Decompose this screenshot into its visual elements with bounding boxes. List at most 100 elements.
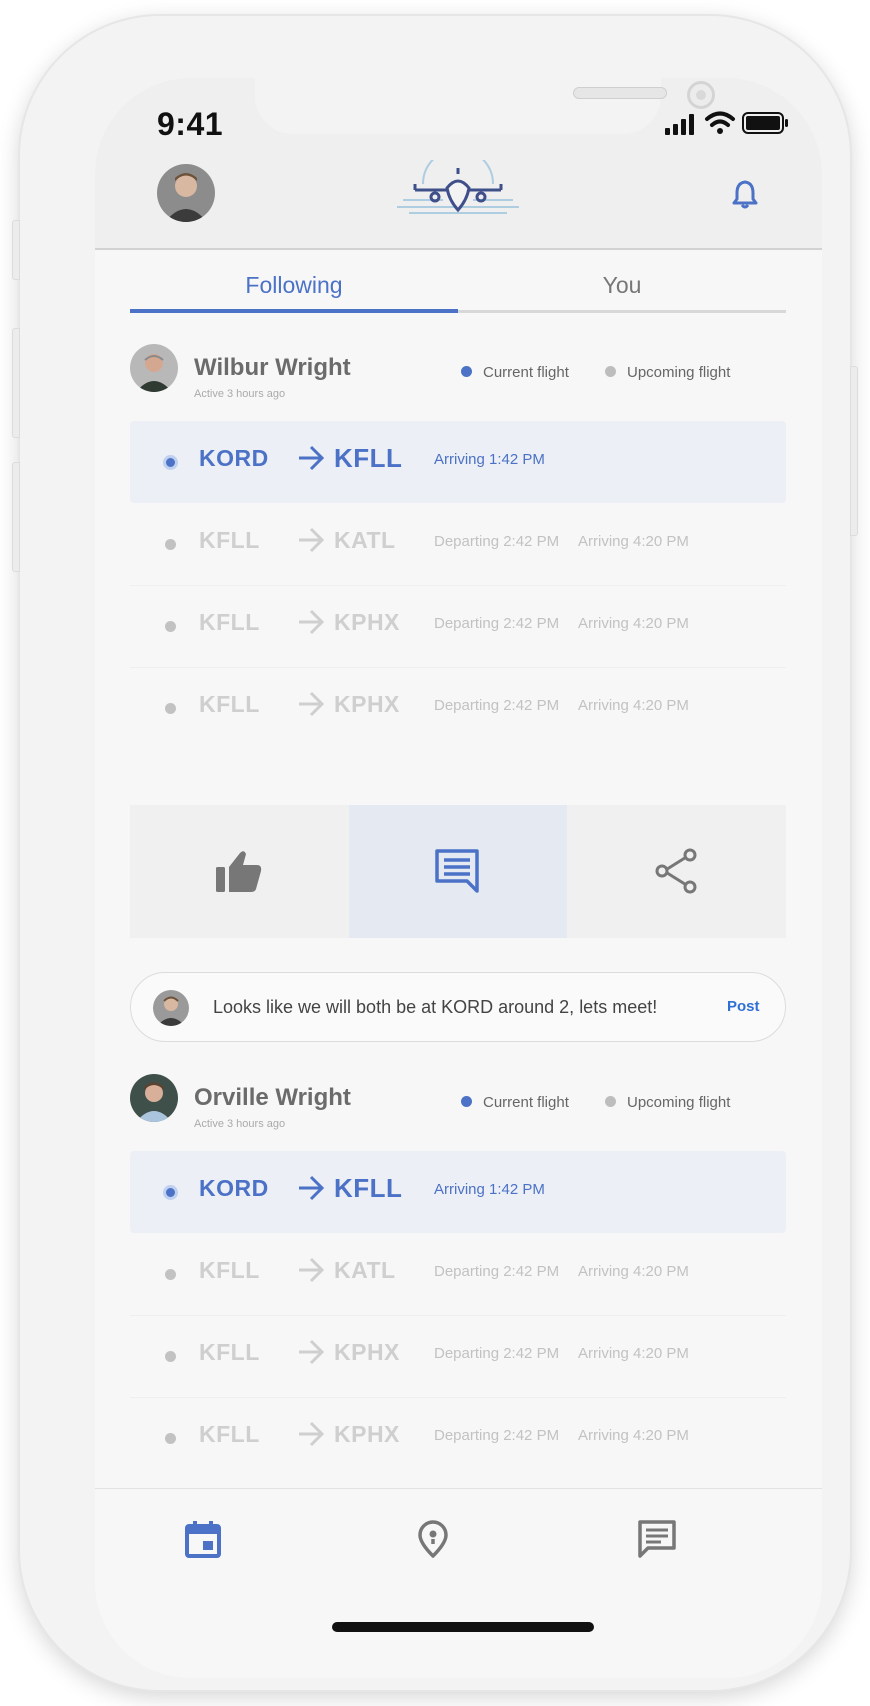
arrow-right-icon (299, 609, 325, 635)
calendar-icon[interactable] (183, 1519, 223, 1559)
thumbs-up-icon (216, 851, 262, 892)
flight-arrival: Arriving 4:20 PM (578, 533, 689, 550)
user-active-status: Active 3 hours ago (194, 1118, 286, 1130)
user-avatar[interactable] (130, 1074, 178, 1122)
flight-status-dot (165, 1433, 176, 1444)
flight-departure: Departing 2:42 PM (434, 1427, 560, 1444)
airplane-logo (397, 160, 519, 214)
speaker-grille (573, 87, 667, 99)
flight-origin: KORD (199, 445, 269, 471)
home-indicator[interactable] (332, 1622, 594, 1632)
comment-text[interactable]: Looks like we will both be at KORD aroun… (213, 997, 657, 1018)
legend-current: Current flight (461, 1094, 569, 1111)
user-active-status: Active 3 hours ago (194, 388, 286, 400)
flight-status-dot (163, 455, 178, 470)
arrow-right-icon (299, 445, 325, 471)
flight-arrival: Arriving 1:42 PM (434, 451, 545, 468)
location-pin-icon[interactable] (413, 1519, 453, 1559)
status-time: 9:41 (157, 106, 224, 142)
flight-row[interactable]: KFLL KPHX Departing 2:42 PM Arriving 4:2… (130, 667, 786, 749)
profile-avatar[interactable] (157, 164, 215, 222)
arrow-right-icon (299, 1175, 325, 1201)
share-button[interactable] (568, 805, 786, 938)
device-notch (255, 78, 715, 134)
comment-composer[interactable]: Looks like we will both be at KORD aroun… (130, 972, 786, 1042)
flight-row[interactable]: KFLL KATL Departing 2:42 PM Arriving 4:2… (130, 503, 786, 585)
post-actions (130, 805, 786, 938)
bell-icon[interactable] (731, 179, 759, 209)
legend-current-dot (461, 366, 472, 377)
volume-down-button (12, 462, 20, 572)
arrow-right-icon (299, 1421, 325, 1447)
bottom-nav (95, 1488, 822, 1678)
flight-origin: KFLL (199, 609, 260, 635)
flight-status-dot (165, 621, 176, 632)
user-header: Wilbur Wright Active 3 hours ago Current… (130, 344, 786, 404)
flight-row[interactable]: KFLL KPHX Departing 2:42 PM Arriving 4:2… (130, 1397, 786, 1479)
user-name[interactable]: Orville Wright (194, 1084, 351, 1112)
user-name[interactable]: Wilbur Wright (194, 354, 351, 382)
flight-arrival: Arriving 4:20 PM (578, 697, 689, 714)
phone-frame: 9:41 Following You Wilbur Wright Active … (12, 16, 858, 1690)
flight-destination: KPHX (334, 1339, 400, 1365)
feed-tabs: Following You (130, 258, 786, 313)
flight-row[interactable]: KORD KFLL Arriving 1:42 PM (130, 1151, 786, 1233)
flight-origin: KFLL (199, 1421, 260, 1447)
flight-origin: KORD (199, 1175, 269, 1201)
flight-departure: Departing 2:42 PM (434, 533, 560, 550)
signal-icon (665, 114, 694, 135)
comment-icon (435, 849, 479, 893)
flight-status-dot (165, 703, 176, 714)
legend-current-label: Current flight (483, 364, 569, 381)
user-avatar[interactable] (130, 344, 178, 392)
comment-button[interactable] (349, 805, 567, 938)
legend-upcoming: Upcoming flight (605, 364, 730, 381)
flight-origin: KFLL (199, 1339, 260, 1365)
legend-current-label: Current flight (483, 1094, 569, 1111)
flight-arrival: Arriving 4:20 PM (578, 1263, 689, 1280)
tab-following[interactable]: Following (130, 258, 458, 313)
legend-upcoming: Upcoming flight (605, 1094, 730, 1111)
legend-current-dot (461, 1096, 472, 1107)
flight-arrival: Arriving 4:20 PM (578, 615, 689, 632)
like-button[interactable] (130, 805, 348, 938)
flight-status-dot (163, 1185, 178, 1200)
legend-upcoming-dot (605, 1096, 616, 1107)
legend-upcoming-label: Upcoming flight (627, 1094, 731, 1111)
flight-destination: KPHX (334, 1421, 400, 1447)
flight-departure: Departing 2:42 PM (434, 697, 560, 714)
flight-status-dot (165, 1351, 176, 1362)
flight-status-dot (165, 1269, 176, 1280)
flight-row[interactable]: KFLL KPHX Departing 2:42 PM Arriving 4:2… (130, 585, 786, 667)
arrow-right-icon (299, 691, 325, 717)
flight-row[interactable]: KFLL KATL Departing 2:42 PM Arriving 4:2… (130, 1233, 786, 1315)
flight-departure: Departing 2:42 PM (434, 1263, 560, 1280)
share-icon (655, 848, 697, 894)
app-screen: 9:41 Following You Wilbur Wright Active … (95, 78, 822, 1678)
status-icons (665, 111, 788, 135)
wifi-icon (705, 111, 735, 134)
legend-upcoming-label: Upcoming flight (627, 364, 731, 381)
flight-destination: KPHX (334, 691, 400, 717)
arrow-right-icon (299, 1339, 325, 1365)
flight-destination: KPHX (334, 609, 400, 635)
flight-arrival: Arriving 4:20 PM (578, 1345, 689, 1362)
post-button[interactable]: Post (727, 998, 760, 1015)
user-header: Orville Wright Active 3 hours ago Curren… (130, 1074, 786, 1134)
flight-origin: KFLL (199, 691, 260, 717)
flight-destination: KATL (334, 527, 396, 553)
messages-icon[interactable] (637, 1519, 677, 1559)
arrow-right-icon (299, 1257, 325, 1283)
legend-current: Current flight (461, 364, 569, 381)
flight-origin: KFLL (199, 1257, 260, 1283)
flight-row[interactable]: KORD KFLL Arriving 1:42 PM (130, 421, 786, 503)
tab-you[interactable]: You (458, 258, 786, 313)
front-camera (687, 81, 715, 109)
flight-destination: KATL (334, 1257, 396, 1283)
mute-switch (12, 220, 20, 280)
flight-departure: Departing 2:42 PM (434, 615, 560, 632)
flight-origin: KFLL (199, 527, 260, 553)
flight-departure: Departing 2:42 PM (434, 1345, 560, 1362)
flight-destination: KFLL (334, 1173, 403, 1203)
flight-row[interactable]: KFLL KPHX Departing 2:42 PM Arriving 4:2… (130, 1315, 786, 1397)
